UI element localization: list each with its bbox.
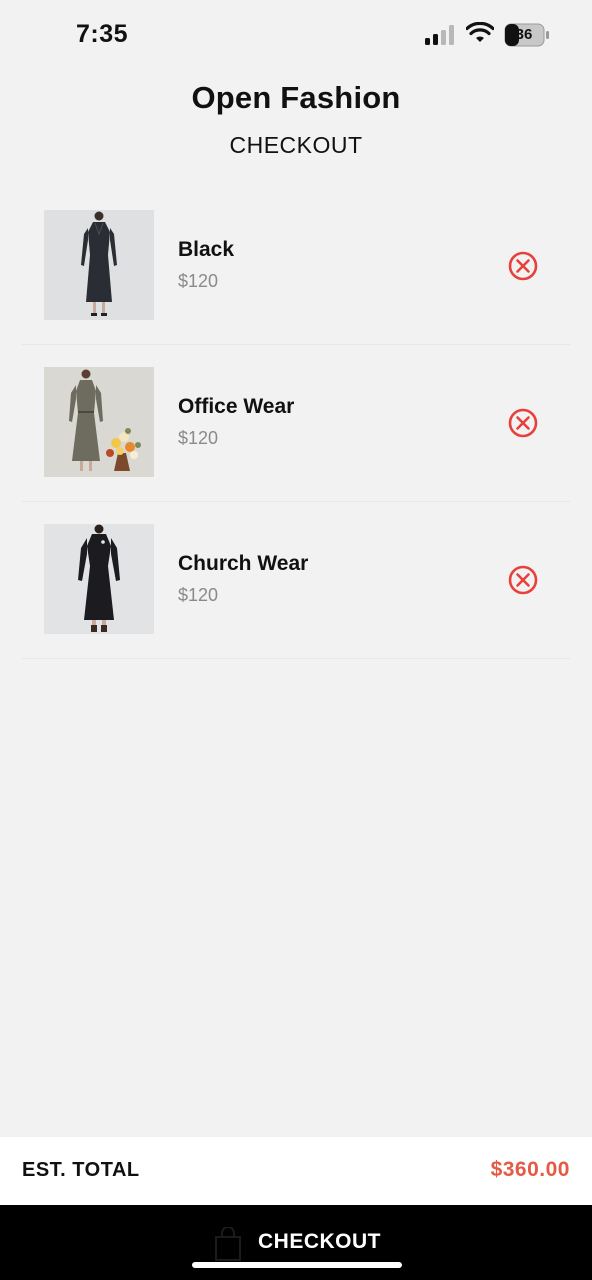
- remove-item-button[interactable]: [506, 406, 540, 440]
- status-time: 7:35: [76, 20, 129, 48]
- checkout-button[interactable]: CHECKOUT: [0, 1205, 592, 1280]
- shopping-bag-icon: [215, 1227, 241, 1261]
- battery-level: 36: [515, 26, 533, 43]
- checkout-label: CHECKOUT: [258, 1230, 381, 1253]
- product-price: $120: [178, 585, 219, 605]
- cart-item: Black $120: [22, 188, 570, 345]
- total-label: EST. TOTAL: [22, 1159, 140, 1181]
- remove-item-button[interactable]: [506, 249, 540, 283]
- app-title: Open Fashion: [191, 80, 401, 115]
- remove-item-button[interactable]: [506, 563, 540, 597]
- total-value: $360.00: [490, 1158, 570, 1181]
- product-image[interactable]: [44, 367, 154, 477]
- total-bar: EST. TOTAL $360.00: [0, 1137, 592, 1205]
- product-image[interactable]: [44, 524, 154, 634]
- product-image[interactable]: [44, 210, 154, 320]
- product-name: Office Wear: [178, 395, 295, 418]
- product-price: $120: [178, 428, 219, 448]
- cart-list: Black $120 Office Wear $120 Church Wear …: [22, 188, 570, 659]
- cart-item: Church Wear $120: [22, 502, 570, 659]
- product-price: $120: [178, 271, 219, 291]
- product-name: Black: [178, 238, 235, 261]
- cart-item: Office Wear $120: [22, 345, 570, 502]
- wifi-icon: [466, 22, 494, 42]
- page-subtitle: CHECKOUT: [229, 132, 363, 158]
- product-name: Church Wear: [178, 552, 309, 575]
- home-indicator[interactable]: [192, 1262, 402, 1268]
- status-bar: 7:35 36: [0, 0, 592, 70]
- signal-icon: [425, 25, 454, 45]
